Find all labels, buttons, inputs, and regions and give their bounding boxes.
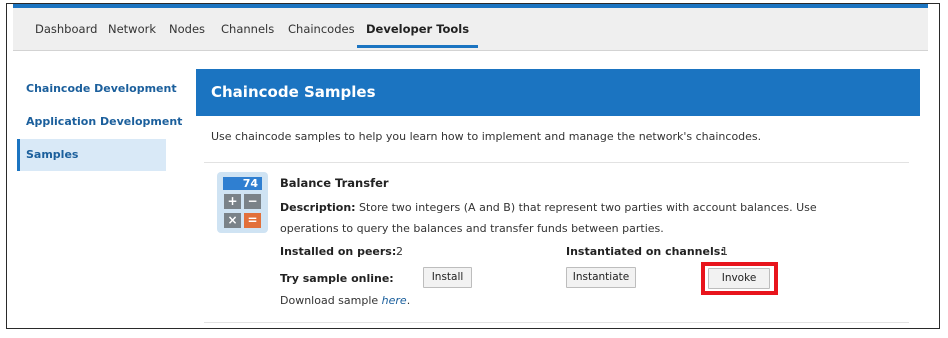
- sidebar-item-samples[interactable]: Samples: [17, 139, 166, 171]
- sidebar-item-chaincode-development[interactable]: Chaincode Development: [17, 73, 177, 105]
- multiply-key-icon: ×: [224, 213, 241, 228]
- sample-title: Balance Transfer: [280, 176, 389, 190]
- instantiate-button[interactable]: Instantiate: [566, 267, 636, 288]
- divider-bottom: [204, 322, 909, 323]
- instantiated-value: 1: [721, 245, 728, 258]
- download-sample-text: Download sample here.: [280, 294, 410, 307]
- tab-dashboard[interactable]: Dashboard: [35, 8, 97, 50]
- invoke-highlight-box: [701, 262, 778, 295]
- panel-intro-text: Use chaincode samples to help you learn …: [211, 130, 762, 143]
- panel-title: Chaincode Samples: [196, 69, 920, 116]
- plus-key-icon: +: [224, 194, 241, 209]
- description-text: Store two integers (A and B) that repres…: [280, 201, 817, 235]
- download-here-link[interactable]: here: [382, 294, 407, 307]
- calculator-icon: 74 + − × =: [217, 172, 268, 233]
- try-sample-label: Try sample online:: [280, 272, 394, 285]
- minus-key-icon: −: [244, 194, 261, 209]
- top-nav-tabs: Dashboard Network Nodes Channels Chainco…: [13, 8, 928, 51]
- tab-chaincodes[interactable]: Chaincodes: [288, 8, 355, 50]
- install-button[interactable]: Install: [423, 267, 472, 288]
- installed-value: 2: [396, 245, 403, 258]
- divider-top: [204, 162, 909, 163]
- sample-description: Description: Store two integers (A and B…: [280, 197, 850, 239]
- download-prefix: Download sample: [280, 294, 379, 307]
- tab-channels[interactable]: Channels: [221, 8, 274, 50]
- tab-network[interactable]: Network: [108, 8, 156, 50]
- instantiated-label: Instantiated on channels:: [566, 245, 725, 258]
- installed-label: Installed on peers:: [280, 245, 397, 258]
- tab-nodes[interactable]: Nodes: [169, 8, 205, 50]
- description-label: Description:: [280, 201, 356, 214]
- equals-key-icon: =: [244, 213, 261, 228]
- sidebar-item-application-development[interactable]: Application Development: [17, 106, 182, 138]
- tab-developer-tools[interactable]: Developer Tools: [356, 8, 479, 50]
- download-suffix: .: [406, 294, 411, 307]
- calculator-display: 74: [223, 177, 262, 190]
